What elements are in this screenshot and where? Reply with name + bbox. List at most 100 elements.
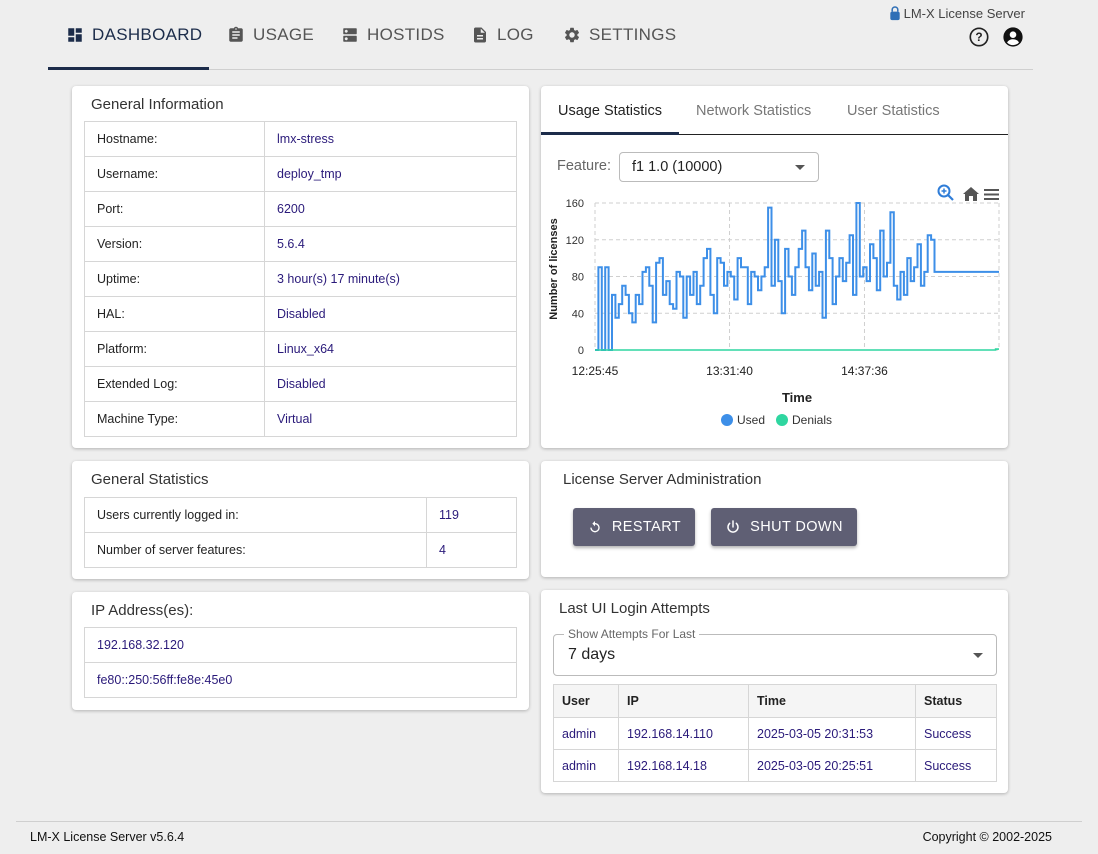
stat-value: 4 (426, 532, 517, 568)
restart-button[interactable]: RESTART (573, 508, 695, 546)
card-title: General Statistics (91, 471, 209, 488)
table-row: Platform: Linux_x64 (84, 331, 517, 367)
tab-network-statistics[interactable]: Network Statistics (680, 86, 827, 135)
ip-addresses-table: 192.168.32.120 fe80::250:56ff:fe8e:45e0 (84, 627, 517, 698)
column-header-status[interactable]: Status (915, 684, 997, 718)
table-header-row: User IP Time Status (553, 684, 997, 718)
home-icon[interactable] (963, 187, 979, 201)
table-row: Number of server features: 4 (84, 532, 517, 568)
info-key: HAL: (84, 296, 265, 332)
legend-marker (721, 414, 733, 426)
chevron-down-icon (973, 653, 983, 658)
table-row: HAL: Disabled (84, 296, 517, 332)
clipboard-icon (227, 26, 245, 44)
legend-item-used[interactable]: Used (721, 413, 765, 427)
info-value: 5.6.4 (264, 226, 517, 262)
column-header-time[interactable]: Time (748, 684, 916, 718)
statistics-tabs: Usage Statistics Network Statistics User… (541, 86, 1008, 135)
nav-tab-settings[interactable]: SETTINGS (563, 0, 676, 70)
svg-text:?: ? (975, 30, 982, 44)
general-statistics-card: General Statistics Users currently logge… (72, 461, 529, 579)
feature-select[interactable]: f1 1.0 (10000) (619, 152, 819, 182)
info-key: Version: (84, 226, 265, 262)
info-key: Port: (84, 191, 265, 227)
cell-ip: 192.168.14.18 (618, 749, 749, 782)
restart-label: RESTART (611, 519, 682, 535)
series-line-denials[interactable] (595, 348, 999, 351)
table-row: 192.168.32.120 (84, 627, 517, 663)
table-row: admin 192.168.14.110 2025-03-05 20:31:53… (553, 717, 997, 750)
active-tab-indicator (48, 67, 209, 70)
power-icon (727, 520, 739, 533)
tab-user-statistics[interactable]: User Statistics (831, 86, 956, 135)
y-tick-label: 40 (572, 308, 584, 320)
legend-marker (776, 414, 788, 426)
stat-key: Number of server features: (84, 532, 427, 568)
card-title: General Information (91, 96, 224, 113)
nav-tab-dashboard[interactable]: DASHBOARD (66, 0, 202, 70)
y-tick-label: 160 (566, 198, 584, 210)
legend-label: Used (737, 413, 765, 427)
brand-name: LM-X License Server (903, 6, 1025, 21)
info-value: deploy_tmp (264, 156, 517, 192)
table-row: Username: deploy_tmp (84, 156, 517, 192)
info-key: Machine Type: (84, 401, 265, 437)
nav-tab-label: LOG (497, 25, 534, 44)
column-header-ip[interactable]: IP (618, 684, 749, 718)
lock-icon (889, 6, 900, 21)
card-title: License Server Administration (563, 471, 762, 488)
table-row: Extended Log: Disabled (84, 366, 517, 402)
usage-chart: 0 40 80 120 160 12:25:45 13:31:40 14:37:36 Num… (548, 184, 1000, 427)
dashboard-icon (66, 26, 84, 44)
document-icon (471, 26, 489, 44)
tab-usage-statistics[interactable]: Usage Statistics (542, 86, 678, 135)
legend: Used Denials (721, 413, 832, 427)
statistics-card: Usage Statistics Network Statistics User… (541, 86, 1008, 448)
table-row: Version: 5.6.4 (84, 226, 517, 262)
attempts-period-value: 7 days (568, 646, 616, 663)
y-tick-label: 120 (566, 235, 584, 247)
table-row: fe80::250:56ff:fe8e:45e0 (84, 662, 517, 698)
feature-label: Feature: (557, 158, 611, 174)
login-attempts-table: User IP Time Status admin 192.168.14.110… (553, 684, 997, 782)
info-value: Disabled (264, 366, 517, 402)
table-row: Port: 6200 (84, 191, 517, 227)
info-key: Extended Log: (84, 366, 265, 402)
cell-user: admin (553, 749, 619, 782)
nav-tab-hostids[interactable]: HOSTIDS (341, 0, 445, 70)
help-icon[interactable]: ? (968, 26, 990, 48)
nav-tab-log[interactable]: LOG (471, 0, 534, 70)
general-statistics-table: Users currently logged in: 119 Number of… (84, 497, 517, 568)
zoom-in-icon[interactable] (937, 184, 954, 201)
x-tick-label: 14:37:36 (841, 364, 888, 378)
table-row: Users currently logged in: 119 (84, 497, 517, 533)
stat-value: 119 (426, 497, 517, 533)
chevron-down-icon (795, 165, 805, 170)
table-row: Uptime: 3 hour(s) 17 minute(s) (84, 261, 517, 297)
nav-tab-label: USAGE (253, 25, 315, 44)
general-information-card: General Information Hostname: lmx-stress U… (72, 86, 529, 448)
shutdown-button[interactable]: SHUT DOWN (711, 508, 857, 546)
nav-tab-label: DASHBOARD (92, 25, 203, 44)
stat-key: Users currently logged in: (84, 497, 427, 533)
legend-item-denials[interactable]: Denials (776, 413, 832, 427)
attempts-period-select[interactable]: Show Attempts For Last 7 days (553, 627, 997, 676)
restart-icon (590, 521, 600, 533)
menu-icon[interactable] (984, 189, 999, 200)
administration-card: License Server Administration RESTART SH… (541, 461, 1008, 577)
y-tick-label: 0 (578, 345, 584, 357)
legend-label: Denials (792, 413, 832, 427)
account-icon[interactable] (1002, 26, 1024, 48)
ip-address: 192.168.32.120 (84, 627, 517, 663)
footer: LM-X License Server v5.6.4 Copyright © 2… (16, 821, 1082, 854)
nav-tab-usage[interactable]: USAGE (227, 0, 314, 70)
info-key: Platform: (84, 331, 265, 367)
nav-tab-label: HOSTIDS (367, 25, 445, 44)
login-attempts-card: Last UI Login Attempts Show Attempts For… (541, 590, 1008, 793)
ip-addresses-card: IP Address(es): 192.168.32.120 fe80::250… (72, 592, 529, 710)
gear-icon (563, 26, 581, 44)
shutdown-label: SHUT DOWN (750, 519, 843, 535)
server-icon (341, 26, 359, 44)
active-tab-indicator (541, 132, 679, 135)
column-header-user[interactable]: User (553, 684, 619, 718)
